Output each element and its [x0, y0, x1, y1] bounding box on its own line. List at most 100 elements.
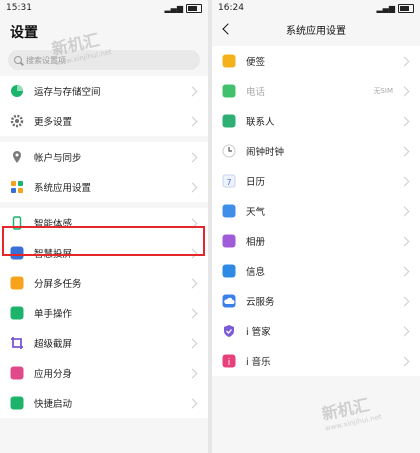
app-item[interactable]: 电话 无SIM	[212, 76, 420, 106]
search-icon	[14, 56, 22, 64]
item-label: 天气	[246, 207, 266, 218]
battery-icon	[398, 3, 414, 13]
location-pin-icon	[10, 150, 24, 164]
item-label: 单手操作	[34, 309, 73, 320]
item-label: 快捷启动	[34, 399, 73, 410]
search-placeholder: 搜索设置项	[26, 55, 66, 65]
status-icons: ▂▄▆	[376, 3, 414, 13]
chevron-right-icon	[399, 116, 410, 126]
app-grid-icon	[10, 180, 24, 194]
settings-item[interactable]: 超级截屏	[0, 328, 208, 358]
contacts-icon	[222, 114, 236, 128]
chevron-right-icon	[187, 308, 198, 318]
quick-launch-icon	[10, 396, 24, 410]
settings-group: 帐户与同步系统应用设置	[0, 142, 208, 202]
svg-text:7: 7	[226, 178, 231, 187]
settings-group: 智能体感智慧投屏分屏多任务单手操作超级截屏应用分身快捷启动	[0, 208, 208, 418]
status-time: 16:24	[218, 3, 244, 13]
item-label: 日历	[246, 177, 266, 188]
header: 系统应用设置	[212, 16, 420, 42]
clock-icon	[222, 144, 236, 158]
notes-icon	[222, 54, 236, 68]
settings-list: 运存与存储空间 更多设置帐户与同步系统应用设置智能体感智慧投屏分屏多任务单手操作超…	[0, 76, 208, 418]
app-item[interactable]: 云服务	[212, 286, 420, 316]
status-icons: ▂▄▆	[164, 3, 202, 13]
item-label: 闹钟时钟	[246, 147, 285, 158]
chevron-right-icon	[187, 398, 198, 408]
settings-item[interactable]: 应用分身	[0, 358, 208, 388]
page-title: 系统应用设置	[286, 25, 346, 37]
chevron-right-icon	[187, 152, 198, 162]
settings-item[interactable]: 智慧投屏	[0, 238, 208, 268]
one-hand-icon	[10, 306, 24, 320]
app-item[interactable]: 信息	[212, 256, 420, 286]
item-label: 便签	[246, 57, 266, 68]
chevron-right-icon	[399, 236, 410, 246]
svg-text:i: i	[228, 358, 231, 368]
chevron-right-icon	[399, 176, 410, 186]
settings-group: 运存与存储空间 更多设置	[0, 76, 208, 136]
chevron-right-icon	[399, 56, 410, 66]
app-item[interactable]: 天气	[212, 196, 420, 226]
calendar-icon: 7	[222, 174, 236, 188]
phone-outline-icon	[10, 216, 24, 230]
item-label: 超级截屏	[34, 339, 73, 350]
phone-icon	[222, 84, 236, 98]
cloud-icon	[222, 294, 236, 308]
chevron-right-icon	[187, 248, 198, 258]
app-list: 便签电话 无SIM 联系人闹钟时钟 7 日历天气相册信息 云服务 i 管家 i i 音乐	[212, 46, 420, 376]
item-label: 运存与存储空间	[34, 87, 101, 98]
item-label: 应用分身	[34, 369, 73, 380]
settings-item[interactable]: 运存与存储空间	[0, 76, 208, 106]
item-label: 智慧投屏	[34, 249, 73, 260]
status-bar: 15:31 ▂▄▆	[0, 0, 208, 16]
chevron-right-icon	[187, 368, 198, 378]
weather-icon	[222, 204, 236, 218]
settings-item[interactable]: 单手操作	[0, 298, 208, 328]
chevron-right-icon	[399, 206, 410, 216]
gear-icon	[10, 114, 24, 128]
chevron-right-icon	[399, 326, 410, 336]
app-item[interactable]: i i 音乐	[212, 346, 420, 376]
settings-item[interactable]: 智能体感	[0, 208, 208, 238]
split-screen-icon	[10, 276, 24, 290]
signal-icon: ▂▄▆	[164, 3, 183, 13]
settings-item[interactable]: 系统应用设置	[0, 172, 208, 202]
gallery-icon	[222, 234, 236, 248]
chevron-right-icon	[399, 356, 410, 366]
chevron-right-icon	[187, 278, 198, 288]
item-label: 更多设置	[34, 117, 73, 128]
item-label: 相册	[246, 237, 266, 248]
item-label: 联系人	[246, 117, 275, 128]
app-item[interactable]: 联系人	[212, 106, 420, 136]
chevron-right-icon	[187, 218, 198, 228]
item-label: i 音乐	[246, 357, 271, 368]
signal-icon: ▂▄▆	[376, 3, 395, 13]
settings-item[interactable]: 更多设置	[0, 106, 208, 136]
chevron-right-icon	[399, 266, 410, 276]
app-item[interactable]: 便签	[212, 46, 420, 76]
app-item[interactable]: 闹钟时钟	[212, 136, 420, 166]
chevron-right-icon	[187, 116, 198, 126]
chevron-right-icon	[187, 182, 198, 192]
app-item[interactable]: 相册	[212, 226, 420, 256]
item-label: 分屏多任务	[34, 279, 82, 290]
storage-pie-icon	[10, 84, 24, 98]
app-item[interactable]: 7 日历	[212, 166, 420, 196]
app-item[interactable]: i 管家	[212, 316, 420, 346]
page-title: 设置	[10, 25, 38, 41]
app-clone-icon	[10, 366, 24, 380]
item-status: 无SIM	[373, 87, 393, 95]
battery-icon	[186, 3, 202, 13]
item-label: 智能体感	[34, 219, 73, 230]
item-label: 帐户与同步	[34, 153, 82, 164]
settings-item[interactable]: 帐户与同步	[0, 142, 208, 172]
settings-item[interactable]: 分屏多任务	[0, 268, 208, 298]
status-bar: 16:24 ▂▄▆	[212, 0, 420, 16]
chevron-right-icon	[399, 86, 410, 96]
settings-item[interactable]: 快捷启动	[0, 388, 208, 418]
chevron-right-icon	[399, 146, 410, 156]
item-label: i 管家	[246, 327, 271, 338]
search-input[interactable]: 搜索设置项	[8, 50, 200, 70]
screen-cast-icon	[10, 246, 24, 260]
